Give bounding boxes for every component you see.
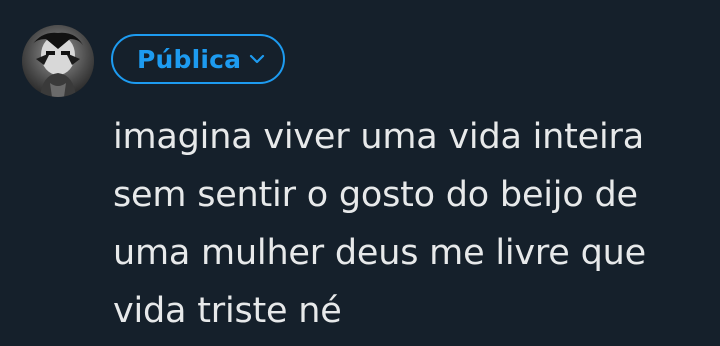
audience-label: Pública: [137, 44, 242, 74]
tweet-text-line: imagina viver uma vida inteira: [113, 117, 644, 157]
tweet-text-line: uma mulher deus me livre que: [113, 233, 646, 273]
profile-photo: [22, 25, 94, 97]
avatar[interactable]: [22, 25, 94, 97]
audience-selector-button[interactable]: Pública: [111, 34, 285, 84]
chevron-down-icon: [249, 53, 265, 65]
tweet-text-area[interactable]: imagina viver uma vida inteira sem senti…: [113, 108, 713, 340]
tweet-text-line: sem sentir o gosto do beijo de: [113, 175, 638, 215]
tweet-text-line: vida triste né: [113, 291, 342, 331]
